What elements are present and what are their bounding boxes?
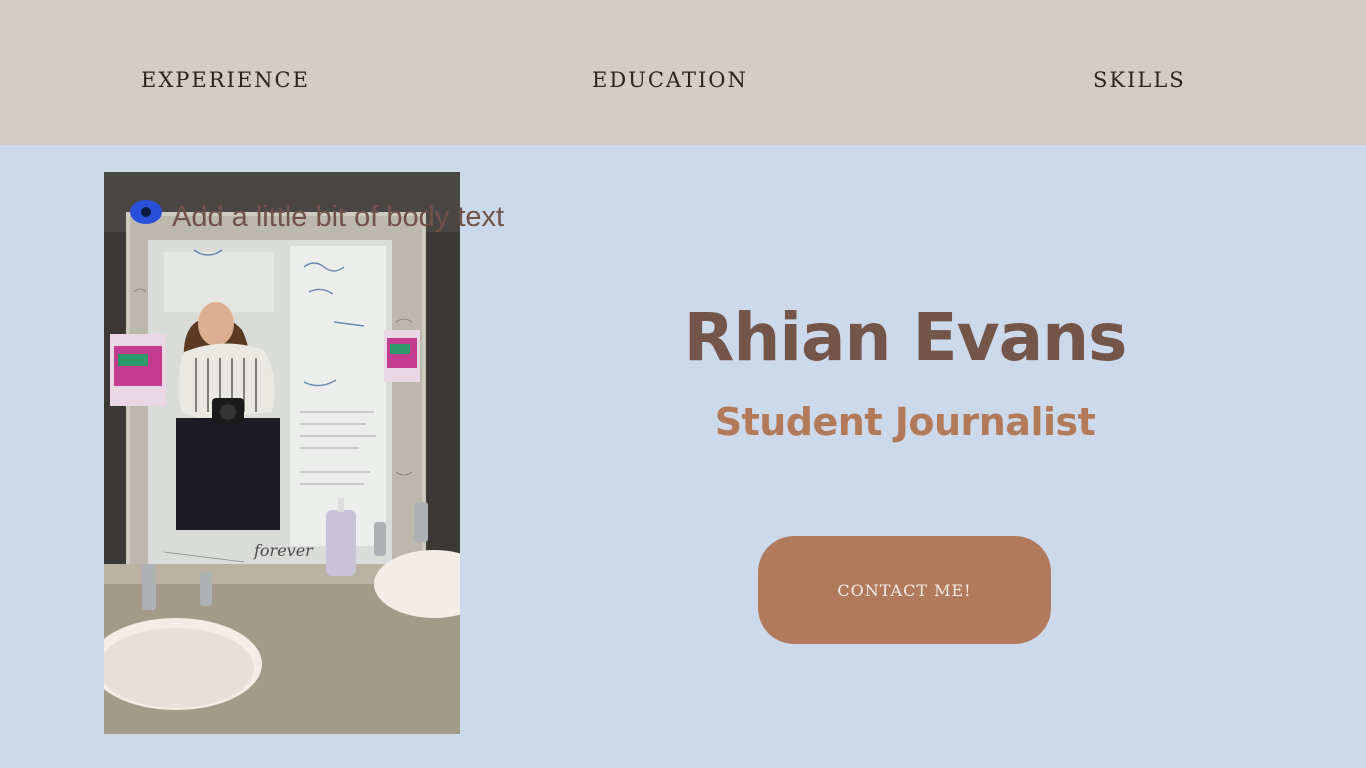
profile-photo: forever: [104, 172, 460, 734]
top-navigation: EXPERIENCE EDUCATION SKILLS: [0, 0, 1366, 145]
body-text-placeholder: Add a little bit of body text: [172, 201, 505, 233]
subtitle-role: Student Journalist: [714, 400, 1096, 444]
contact-me-button[interactable]: CONTACT ME!: [758, 536, 1051, 644]
nav-education-link[interactable]: EDUCATION: [592, 70, 748, 91]
photo-graffiti-text: forever: [253, 541, 314, 560]
mirror-selfie-illustration: forever: [104, 172, 460, 734]
nav-skills-link[interactable]: SKILLS: [1093, 70, 1186, 91]
page-title: Rhian Evans: [683, 299, 1128, 376]
nav-experience-link[interactable]: EXPERIENCE: [141, 70, 310, 91]
